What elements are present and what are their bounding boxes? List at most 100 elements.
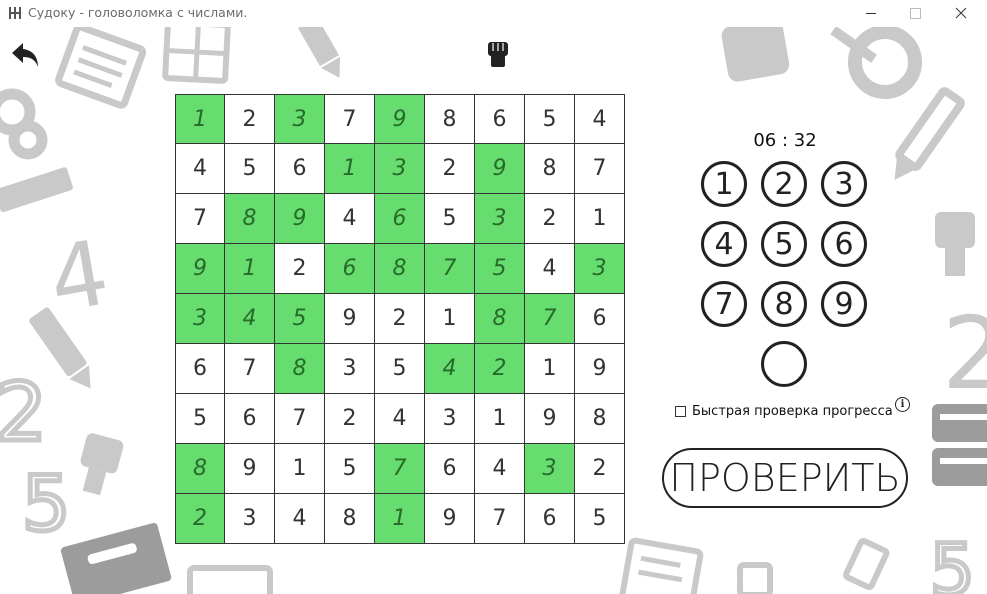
sudoku-cell-given[interactable]: 5 xyxy=(525,94,575,144)
sudoku-cell-user[interactable]: 8 xyxy=(475,294,525,344)
sudoku-cell-given[interactable]: 8 xyxy=(525,144,575,194)
sudoku-cell-user[interactable]: 1 xyxy=(225,244,275,294)
sudoku-cell-given[interactable]: 6 xyxy=(225,394,275,444)
sudoku-cell-given[interactable]: 6 xyxy=(475,94,525,144)
number-button-6[interactable]: 6 xyxy=(821,221,867,267)
sudoku-cell-user[interactable]: 3 xyxy=(575,244,625,294)
sudoku-cell-given[interactable]: 9 xyxy=(225,444,275,494)
maximize-button[interactable] xyxy=(892,0,938,27)
sudoku-cell-given[interactable]: 8 xyxy=(325,494,375,544)
sudoku-cell-given[interactable]: 3 xyxy=(425,394,475,444)
sudoku-cell-given[interactable]: 1 xyxy=(475,394,525,444)
number-button-8[interactable]: 8 xyxy=(761,281,807,327)
sudoku-cell-user[interactable]: 3 xyxy=(525,444,575,494)
sudoku-cell-user[interactable]: 9 xyxy=(175,244,225,294)
sudoku-cell-given[interactable]: 6 xyxy=(175,344,225,394)
sudoku-cell-user[interactable]: 9 xyxy=(475,144,525,194)
sudoku-cell-given[interactable]: 7 xyxy=(475,494,525,544)
sudoku-cell-given[interactable]: 6 xyxy=(575,294,625,344)
sudoku-cell-given[interactable]: 2 xyxy=(275,244,325,294)
sudoku-cell-user[interactable]: 9 xyxy=(375,94,425,144)
sudoku-cell-user[interactable]: 8 xyxy=(375,244,425,294)
sudoku-cell-given[interactable]: 6 xyxy=(425,444,475,494)
sudoku-cell-given[interactable]: 4 xyxy=(175,144,225,194)
sudoku-cell-user[interactable]: 7 xyxy=(425,244,475,294)
sudoku-cell-user[interactable]: 4 xyxy=(225,294,275,344)
sudoku-cell-given[interactable]: 3 xyxy=(225,494,275,544)
sudoku-cell-given[interactable]: 7 xyxy=(325,94,375,144)
sudoku-cell-given[interactable]: 6 xyxy=(525,494,575,544)
sudoku-cell-given[interactable]: 1 xyxy=(275,444,325,494)
number-button-1[interactable]: 1 xyxy=(701,161,747,207)
info-icon[interactable]: i xyxy=(895,397,910,412)
sudoku-cell-user[interactable]: 2 xyxy=(475,344,525,394)
sudoku-cell-given[interactable]: 5 xyxy=(425,194,475,244)
sudoku-cell-given[interactable]: 7 xyxy=(175,194,225,244)
sudoku-cell-given[interactable]: 9 xyxy=(325,294,375,344)
sudoku-cell-user[interactable]: 8 xyxy=(275,344,325,394)
sudoku-cell-given[interactable]: 4 xyxy=(475,444,525,494)
sudoku-cell-user[interactable]: 1 xyxy=(325,144,375,194)
sudoku-cell-user[interactable]: 5 xyxy=(475,244,525,294)
sudoku-cell-user[interactable]: 2 xyxy=(175,494,225,544)
sudoku-cell-user[interactable]: 3 xyxy=(475,194,525,244)
sudoku-cell-user[interactable]: 6 xyxy=(325,244,375,294)
sudoku-cell-given[interactable]: 6 xyxy=(275,144,325,194)
sudoku-cell-user[interactable]: 9 xyxy=(275,194,325,244)
sudoku-cell-user[interactable]: 3 xyxy=(275,94,325,144)
sudoku-cell-user[interactable]: 3 xyxy=(375,144,425,194)
sudoku-cell-given[interactable]: 2 xyxy=(325,394,375,444)
sudoku-cell-given[interactable]: 4 xyxy=(275,494,325,544)
sudoku-cell-given[interactable]: 8 xyxy=(575,394,625,444)
sudoku-cell-given[interactable]: 2 xyxy=(225,94,275,144)
number-button-3[interactable]: 3 xyxy=(821,161,867,207)
sudoku-cell-user[interactable]: 1 xyxy=(375,494,425,544)
sudoku-cell-given[interactable]: 5 xyxy=(325,444,375,494)
sudoku-cell-given[interactable]: 4 xyxy=(325,194,375,244)
sudoku-cell-user[interactable]: 6 xyxy=(375,194,425,244)
number-button-4[interactable]: 4 xyxy=(701,221,747,267)
hint-button[interactable] xyxy=(484,39,512,69)
sudoku-cell-given[interactable]: 2 xyxy=(375,294,425,344)
back-button[interactable] xyxy=(10,40,42,70)
fast-check-label[interactable]: Быстрая проверка прогресса xyxy=(692,404,893,419)
sudoku-cell-given[interactable]: 5 xyxy=(225,144,275,194)
fast-check-checkbox[interactable] xyxy=(675,406,686,417)
sudoku-cell-given[interactable]: 2 xyxy=(575,444,625,494)
sudoku-cell-user[interactable]: 7 xyxy=(525,294,575,344)
sudoku-cell-given[interactable]: 4 xyxy=(525,244,575,294)
sudoku-cell-given[interactable]: 3 xyxy=(325,344,375,394)
sudoku-cell-given[interactable]: 1 xyxy=(575,194,625,244)
sudoku-cell-user[interactable]: 1 xyxy=(175,94,225,144)
sudoku-cell-given[interactable]: 9 xyxy=(425,494,475,544)
erase-button[interactable] xyxy=(761,341,807,387)
close-button[interactable] xyxy=(938,0,984,27)
sudoku-cell-given[interactable]: 5 xyxy=(175,394,225,444)
number-button-9[interactable]: 9 xyxy=(821,281,867,327)
sudoku-cell-given[interactable]: 8 xyxy=(425,94,475,144)
sudoku-cell-given[interactable]: 1 xyxy=(425,294,475,344)
sudoku-cell-given[interactable]: 7 xyxy=(575,144,625,194)
sudoku-cell-given[interactable]: 1 xyxy=(525,344,575,394)
sudoku-cell-given[interactable]: 5 xyxy=(575,494,625,544)
number-button-7[interactable]: 7 xyxy=(701,281,747,327)
sudoku-cell-given[interactable]: 9 xyxy=(575,344,625,394)
number-button-2[interactable]: 2 xyxy=(761,161,807,207)
sudoku-cell-given[interactable]: 2 xyxy=(525,194,575,244)
sudoku-cell-user[interactable]: 7 xyxy=(375,444,425,494)
sudoku-cell-user[interactable]: 8 xyxy=(225,194,275,244)
sudoku-cell-user[interactable]: 8 xyxy=(175,444,225,494)
sudoku-cell-given[interactable]: 7 xyxy=(225,344,275,394)
sudoku-cell-given[interactable]: 4 xyxy=(375,394,425,444)
sudoku-cell-given[interactable]: 5 xyxy=(375,344,425,394)
sudoku-cell-given[interactable]: 4 xyxy=(575,94,625,144)
minimize-button[interactable] xyxy=(848,0,894,27)
sudoku-cell-user[interactable]: 5 xyxy=(275,294,325,344)
number-button-5[interactable]: 5 xyxy=(761,221,807,267)
sudoku-cell-given[interactable]: 9 xyxy=(525,394,575,444)
check-button[interactable]: ПРОВЕРИТЬ xyxy=(662,448,908,508)
sudoku-cell-user[interactable]: 3 xyxy=(175,294,225,344)
sudoku-cell-given[interactable]: 7 xyxy=(275,394,325,444)
sudoku-cell-given[interactable]: 2 xyxy=(425,144,475,194)
sudoku-cell-user[interactable]: 4 xyxy=(425,344,475,394)
